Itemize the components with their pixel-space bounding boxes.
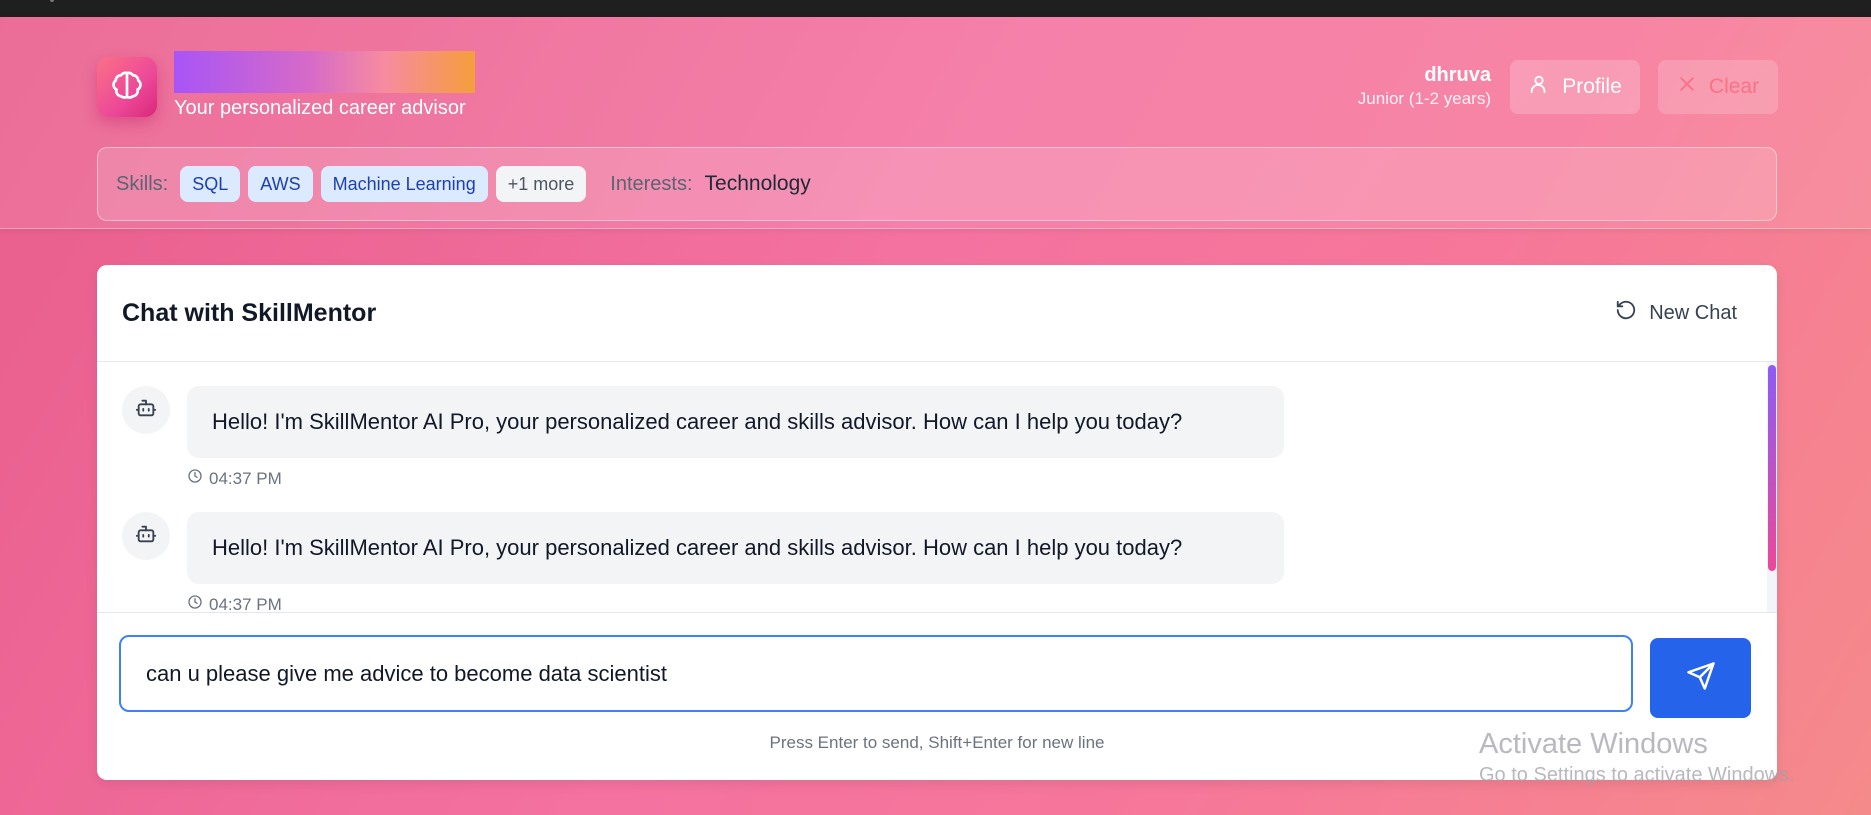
clock-icon [187, 468, 203, 489]
brain-icon [109, 67, 145, 108]
chat-panel: Chat with SkillMentor New Chat Hello! I'… [97, 265, 1777, 780]
watermark-subtitle: Go to Settings to activate Windows. [1479, 764, 1795, 786]
skills-summary-bar: Skills: SQL AWS Machine Learning +1 more… [97, 147, 1777, 221]
app-logo [97, 57, 157, 117]
user-experience-level: Junior (1-2 years) [1357, 89, 1491, 108]
profile-button-label: Profile [1562, 75, 1622, 98]
message-timestamp: 04:37 PM [187, 468, 282, 489]
skill-chip: Machine Learning [320, 166, 488, 202]
interests-value: Technology [704, 172, 811, 195]
message-list[interactable]: Hello! I'm SkillMentor AI Pro, your pers… [97, 362, 1777, 612]
message-scrollbar-thumb[interactable] [1768, 365, 1776, 571]
app-header: Your personalized career advisor dhruva … [0, 17, 1871, 229]
user-name: dhruva [1424, 64, 1491, 86]
message-input[interactable] [119, 635, 1633, 712]
chat-header: Chat with SkillMentor New Chat [97, 265, 1777, 362]
user-info: dhruva Junior (1-2 years) [1358, 63, 1491, 111]
clock-icon [187, 594, 203, 612]
message-time: 04:37 PM [209, 468, 282, 488]
message-bubble: Hello! I'm SkillMentor AI Pro, your pers… [187, 386, 1284, 458]
send-button[interactable] [1650, 638, 1751, 718]
clear-button[interactable]: Clear [1658, 60, 1778, 114]
bot-avatar [122, 512, 170, 560]
top-bar-dot [50, 0, 54, 2]
activate-windows-watermark: Activate Windows Go to Settings to activ… [1479, 726, 1795, 788]
watermark-title: Activate Windows [1479, 728, 1708, 760]
rotate-ccw-icon [1615, 299, 1637, 327]
skills-label: Skills: [116, 172, 169, 195]
bot-icon [135, 523, 157, 550]
x-icon [1677, 74, 1697, 100]
app-tagline: Your personalized career advisor [174, 97, 466, 119]
skill-chip: AWS [248, 166, 313, 202]
bot-icon [135, 397, 157, 424]
skill-chip: SQL [180, 166, 241, 202]
interests-label: Interests: [610, 172, 693, 195]
more-skills-chip[interactable]: +1 more [495, 166, 587, 202]
send-icon [1686, 661, 1716, 696]
new-chat-button[interactable]: New Chat [1615, 299, 1737, 327]
new-chat-label: New Chat [1649, 301, 1737, 324]
message-timestamp: 04:37 PM [187, 594, 282, 612]
user-icon [1528, 73, 1550, 101]
clear-button-label: Clear [1708, 75, 1760, 98]
chat-title: Chat with SkillMentor [122, 299, 377, 327]
window-top-bar [0, 0, 1871, 17]
bot-avatar [122, 386, 170, 434]
message-bubble: Hello! I'm SkillMentor AI Pro, your pers… [187, 512, 1284, 584]
profile-button[interactable]: Profile [1510, 60, 1640, 114]
app-title-gradient [174, 51, 475, 93]
message-time: 04:37 PM [209, 594, 282, 613]
